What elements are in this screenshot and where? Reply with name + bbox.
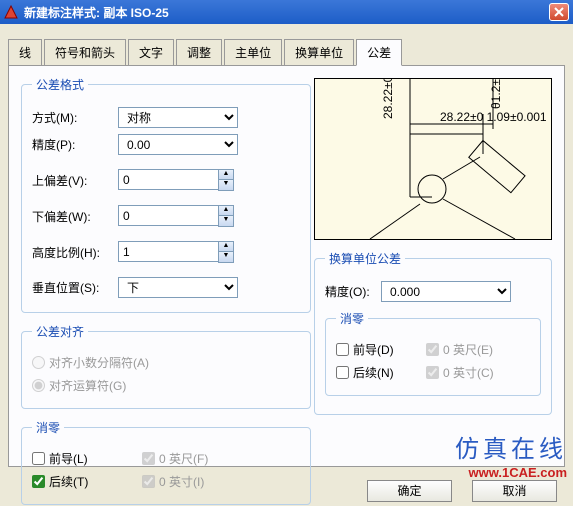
alt-leading-check[interactable]: 前导(D) <box>336 341 426 358</box>
preview-drawing: 28.22±0 1 09±0.001 28.22±0 1.09±0.001 θ1… <box>315 79 551 239</box>
chevron-up-icon[interactable]: ▲ <box>219 206 233 216</box>
lower-input[interactable] <box>118 205 218 226</box>
align-decimal-radio: 对齐小数分隔符(A) <box>32 354 149 371</box>
zero-suppress-group: 消零 前导(L) 0 英尺(F) 后续(T) 0 英寸(I) <box>21 419 311 505</box>
leading-check[interactable]: 前导(L) <box>32 450 142 467</box>
tab-symbols[interactable]: 符号和箭头 <box>44 39 126 66</box>
height-input[interactable] <box>118 241 218 262</box>
close-icon <box>554 7 564 17</box>
tab-tolerance[interactable]: 公差 <box>356 39 402 66</box>
tab-fit[interactable]: 调整 <box>176 39 222 66</box>
alt-feet-check: 0 英尺(E) <box>426 341 493 358</box>
svg-text:28.22±0 1.09±0.001: 28.22±0 1.09±0.001 <box>440 110 547 124</box>
height-label: 高度比例(H): <box>32 244 118 261</box>
svg-text:θ1.2±0.001: θ1.2±0.001 <box>489 79 503 109</box>
chevron-up-icon[interactable]: ▲ <box>219 170 233 180</box>
tab-alt[interactable]: 换算单位 <box>284 39 354 66</box>
vpos-select[interactable]: 下 <box>118 277 238 298</box>
method-label: 方式(M): <box>32 109 118 126</box>
watermark-url: www.1CAE.com <box>469 465 567 480</box>
chevron-up-icon[interactable]: ▲ <box>219 242 233 252</box>
chevron-down-icon[interactable]: ▼ <box>219 180 233 190</box>
alt-precision-select[interactable]: 0.000 <box>381 281 511 302</box>
dimension-preview: 28.22±0 1 09±0.001 28.22±0 1.09±0.001 θ1… <box>314 78 552 240</box>
feet-check: 0 英尺(F) <box>142 450 208 467</box>
align-legend: 公差对齐 <box>32 323 88 340</box>
precision-label: 精度(P): <box>32 136 118 153</box>
alt-trailing-check[interactable]: 后续(N) <box>336 364 426 381</box>
zero1-legend: 消零 <box>32 419 64 436</box>
format-legend: 公差格式 <box>32 76 88 93</box>
title-bar: 新建标注样式: 副本 ISO-25 <box>0 0 573 24</box>
alt-precision-label: 精度(O): <box>325 283 381 300</box>
close-button[interactable] <box>549 3 569 21</box>
tab-lines[interactable]: 线 <box>8 39 42 66</box>
tab-text[interactable]: 文字 <box>128 39 174 66</box>
method-select[interactable]: 对称 <box>118 107 238 128</box>
lower-spinner[interactable]: ▲ ▼ <box>218 205 234 227</box>
chevron-down-icon[interactable]: ▼ <box>219 216 233 226</box>
svg-text:28.22±0 1 09±0.001: 28.22±0 1 09±0.001 <box>381 79 395 119</box>
tab-primary[interactable]: 主单位 <box>224 39 282 66</box>
alt-zero-group: 消零 前导(D) 0 英尺(E) 后续(N) 0 英寸(C) <box>325 310 541 396</box>
button-row: 确定 取消 <box>367 480 557 502</box>
ok-button[interactable]: 确定 <box>367 480 452 502</box>
vpos-label: 垂直位置(S): <box>32 279 118 296</box>
tab-strip: 线 符号和箭头 文字 调整 主单位 换算单位 公差 <box>8 38 565 65</box>
upper-label: 上偏差(V): <box>32 172 118 189</box>
trailing-check[interactable]: 后续(T) <box>32 473 142 490</box>
cancel-button[interactable]: 取消 <box>472 480 557 502</box>
app-icon <box>4 5 18 19</box>
zero2-legend: 消零 <box>336 310 368 327</box>
lower-label: 下偏差(W): <box>32 208 118 225</box>
dialog-body: 线 符号和箭头 文字 调整 主单位 换算单位 公差 公差格式 方式(M): 对称… <box>0 24 573 506</box>
tolerance-format-group: 公差格式 方式(M): 对称 精度(P): 0.00 上偏差(V): <box>21 76 311 313</box>
alt-inch-check: 0 英寸(C) <box>426 364 494 381</box>
inch-check: 0 英寸(I) <box>142 473 204 490</box>
alt-legend: 换算单位公差 <box>325 250 405 267</box>
height-spinner[interactable]: ▲ ▼ <box>218 241 234 263</box>
chevron-down-icon[interactable]: ▼ <box>219 252 233 262</box>
precision-select[interactable]: 0.00 <box>118 134 238 155</box>
tab-panel: 公差格式 方式(M): 对称 精度(P): 0.00 上偏差(V): <box>8 65 565 467</box>
window-title: 新建标注样式: 副本 ISO-25 <box>24 4 549 21</box>
alt-tolerance-group: 换算单位公差 精度(O): 0.000 消零 前导(D) 0 英尺(E) 后续(… <box>314 250 552 415</box>
upper-spinner[interactable]: ▲ ▼ <box>218 169 234 191</box>
upper-input[interactable] <box>118 169 218 190</box>
align-operator-radio: 对齐运算符(G) <box>32 377 126 394</box>
align-group: 公差对齐 对齐小数分隔符(A) 对齐运算符(G) <box>21 323 311 409</box>
